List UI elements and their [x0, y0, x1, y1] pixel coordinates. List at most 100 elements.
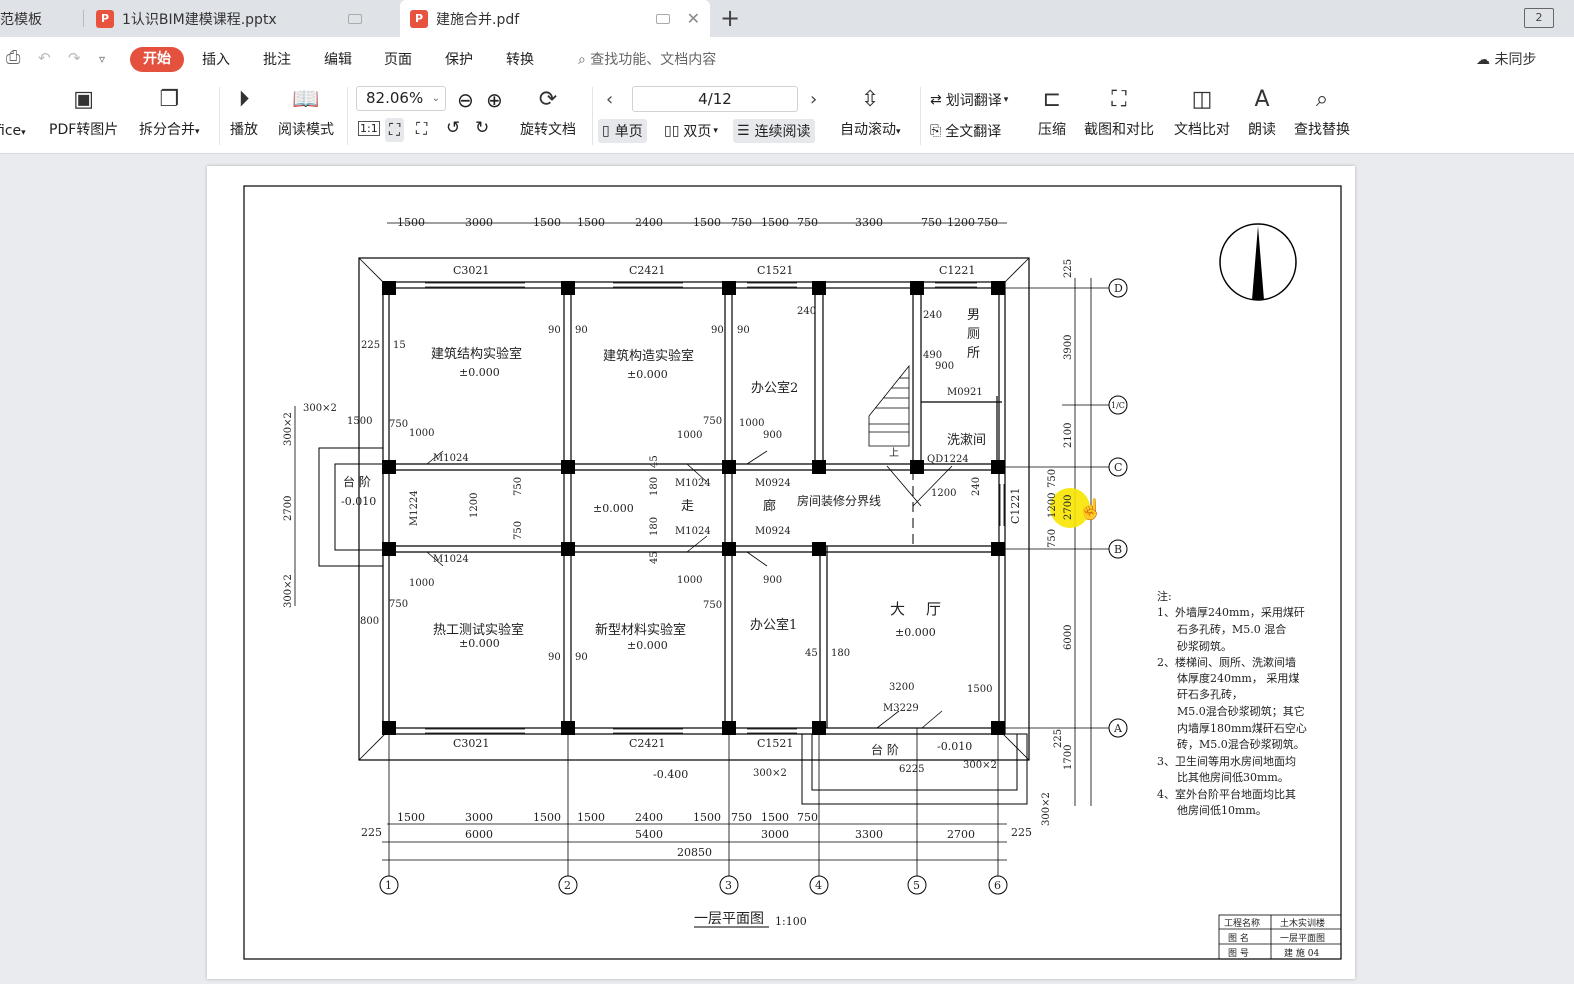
menu-convert[interactable]: 转换: [506, 49, 534, 69]
full-translate-label: 全文翻译: [945, 124, 1002, 140]
menu-bar: ⎙ ↶ ↷ ▿ 开始 插入 批注 编辑 页面 保护 转换 ⌕ 查找功能、文档内容…: [0, 37, 1574, 81]
svg-text:1000: 1000: [677, 575, 702, 586]
svg-text:45: 45: [649, 551, 660, 564]
actual-size-icon[interactable]: 1:1: [358, 121, 380, 136]
svg-text:1000: 1000: [409, 578, 434, 589]
stair: [868, 364, 953, 507]
window-restore-button[interactable]: 2: [1524, 8, 1554, 28]
tab-template[interactable]: 范模板: [0, 0, 82, 37]
svg-text:±0.000: ±0.000: [593, 502, 634, 515]
find-replace-button[interactable]: ⌕ 查找替换: [1294, 87, 1350, 139]
split-merge-label: 拆分合并: [139, 122, 195, 138]
document-viewport[interactable]: ☝ 建筑结构实验室 建筑构造实验室 办公室2 男 厕 所 洗漱间 热工测试实验室…: [0, 155, 1574, 984]
svg-text:4: 4: [815, 879, 822, 892]
svg-text:750: 750: [977, 216, 998, 229]
split-merge-icon: ❐: [159, 87, 180, 112]
find-icon: ⌕: [1315, 87, 1329, 112]
window-restore-label: 2: [1535, 11, 1543, 24]
svg-text:1700: 1700: [1063, 745, 1074, 770]
left-dimension-labels: 300×2 2700 300×2: [283, 412, 294, 608]
svg-text:1500: 1500: [533, 216, 561, 229]
single-page-button[interactable]: ▯ 单页: [598, 119, 647, 143]
room-label: 建筑构造实验室: [603, 348, 694, 364]
sync-status[interactable]: ☁ 未同步: [1476, 49, 1536, 69]
page-number-input[interactable]: 4/12: [632, 86, 798, 112]
svg-text:750: 750: [1047, 529, 1058, 548]
auto-scroll-button[interactable]: ⇳ 自动滚动▾: [840, 87, 901, 139]
print-icon[interactable]: ⎙: [6, 47, 20, 68]
prev-page-icon[interactable]: ‹: [606, 89, 613, 110]
svg-text:180: 180: [649, 477, 660, 496]
full-translate-button[interactable]: ⎘ 全文翻译: [930, 121, 1001, 141]
pdf-file-icon: P: [410, 9, 428, 28]
zoom-in-icon[interactable]: ⊕: [486, 88, 503, 112]
window-labels: C3021 C2421 C1521 C1221 C3021 C2421 C152…: [453, 264, 1022, 750]
menu-annotate[interactable]: 批注: [263, 49, 291, 69]
compress-icon: ⊏: [1042, 87, 1062, 112]
close-tab-icon[interactable]: ✕: [687, 9, 700, 28]
svg-text:1200: 1200: [947, 216, 975, 229]
menu-page[interactable]: 页面: [384, 49, 412, 69]
svg-text:一层平面图: 一层平面图: [1280, 933, 1325, 944]
monitor-icon: [348, 13, 362, 24]
right-dimension-labels: 225 3900 2100 750 1200 750 6000 225 1700…: [1041, 259, 1074, 826]
double-page-button[interactable]: ▯▯ 双页 ▾: [664, 121, 718, 141]
svg-text:砖，M5.0混合砂浆砌筑。: 砖，M5.0混合砂浆砌筑。: [1177, 737, 1305, 751]
compress-button[interactable]: ⊏ 压缩: [1038, 87, 1066, 139]
read-mode-button[interactable]: 📖 阅读模式: [278, 87, 334, 139]
fit-width-icon[interactable]: ⛶: [416, 119, 427, 139]
new-tab-icon[interactable]: +: [720, 4, 740, 32]
doc-compare-button[interactable]: ◫ 文档比对: [1174, 87, 1230, 139]
svg-text:750: 750: [797, 216, 818, 229]
rotate-document-button[interactable]: ⟳ 旋转文档: [520, 87, 576, 139]
menu-insert[interactable]: 插入: [202, 49, 230, 69]
zoom-out-icon[interactable]: ⊖: [457, 88, 474, 112]
read-aloud-button[interactable]: A 朗读: [1248, 87, 1276, 139]
fit-page-icon[interactable]: ⛶: [385, 118, 405, 142]
svg-text:1500: 1500: [761, 811, 789, 824]
svg-text:砂浆砌筑。: 砂浆砌筑。: [1177, 639, 1232, 653]
play-button[interactable]: ⏵ 播放: [230, 87, 258, 139]
play-label: 播放: [230, 122, 258, 138]
svg-text:-0.010: -0.010: [937, 740, 972, 753]
svg-text:1、外墙厚240mm，采用煤矸: 1、外墙厚240mm，采用煤矸: [1157, 605, 1305, 619]
menu-start[interactable]: 开始: [130, 47, 184, 72]
svg-text:1500: 1500: [397, 811, 425, 824]
undo-icon[interactable]: ↶: [38, 49, 51, 67]
quick-access-dropdown-icon[interactable]: ▿: [99, 52, 105, 66]
redo-icon[interactable]: ↷: [68, 49, 81, 67]
next-page-icon[interactable]: ›: [810, 89, 817, 110]
continuous-read-button[interactable]: ☰ 连续阅读: [733, 119, 815, 143]
svg-text:4、室外台阶平台地面均比其: 4、室外台阶平台地面均比其: [1157, 787, 1296, 801]
split-merge-button[interactable]: ❐ 拆分合并▾: [139, 87, 200, 139]
svg-text:1500: 1500: [577, 811, 605, 824]
tab-pdf[interactable]: P 建施合并.pdf ✕: [400, 0, 710, 37]
svg-text:建 施 04: 建 施 04: [1284, 947, 1319, 959]
menu-protect[interactable]: 保护: [445, 49, 473, 69]
single-page-icon: ▯: [602, 123, 610, 139]
room-label: 男: [967, 308, 980, 323]
svg-text:3000: 3000: [465, 811, 493, 824]
svg-text:C1521: C1521: [757, 737, 793, 750]
svg-text:3300: 3300: [855, 216, 883, 229]
menu-edit[interactable]: 编辑: [324, 49, 352, 69]
room-label: 办公室1: [750, 617, 797, 633]
rotate-right-icon[interactable]: ↻: [475, 118, 489, 138]
svg-text:90: 90: [548, 325, 561, 336]
rotate-left-icon[interactable]: ↺: [446, 118, 460, 138]
pdf-page[interactable]: ☝ 建筑结构实验室 建筑构造实验室 办公室2 男 厕 所 洗漱间 热工测试实验室…: [207, 166, 1355, 979]
office-button[interactable]: fice▾: [0, 123, 26, 139]
plan-title: 一层平面图 1:100: [694, 911, 807, 928]
double-page-label: 双页: [683, 124, 712, 140]
tab-pptx[interactable]: P 1认识BIM建模课程.pptx: [96, 0, 396, 37]
auto-scroll-icon: ⇳: [861, 87, 880, 112]
zoom-select[interactable]: 82.06% ⌄: [356, 86, 446, 111]
svg-text:300×2: 300×2: [1041, 792, 1052, 826]
word-translate-button[interactable]: ⇄ 划词翻译 ▾: [930, 90, 1008, 110]
screenshot-compare-button[interactable]: ⛶ 截图和对比: [1084, 87, 1154, 139]
search-box[interactable]: ⌕ 查找功能、文档内容: [578, 49, 716, 69]
svg-text:-0.010: -0.010: [341, 495, 376, 508]
monitor-icon: [656, 13, 670, 24]
svg-text:3200: 3200: [889, 682, 914, 693]
pdf-to-image-button[interactable]: ▣ PDF转图片: [49, 87, 118, 139]
